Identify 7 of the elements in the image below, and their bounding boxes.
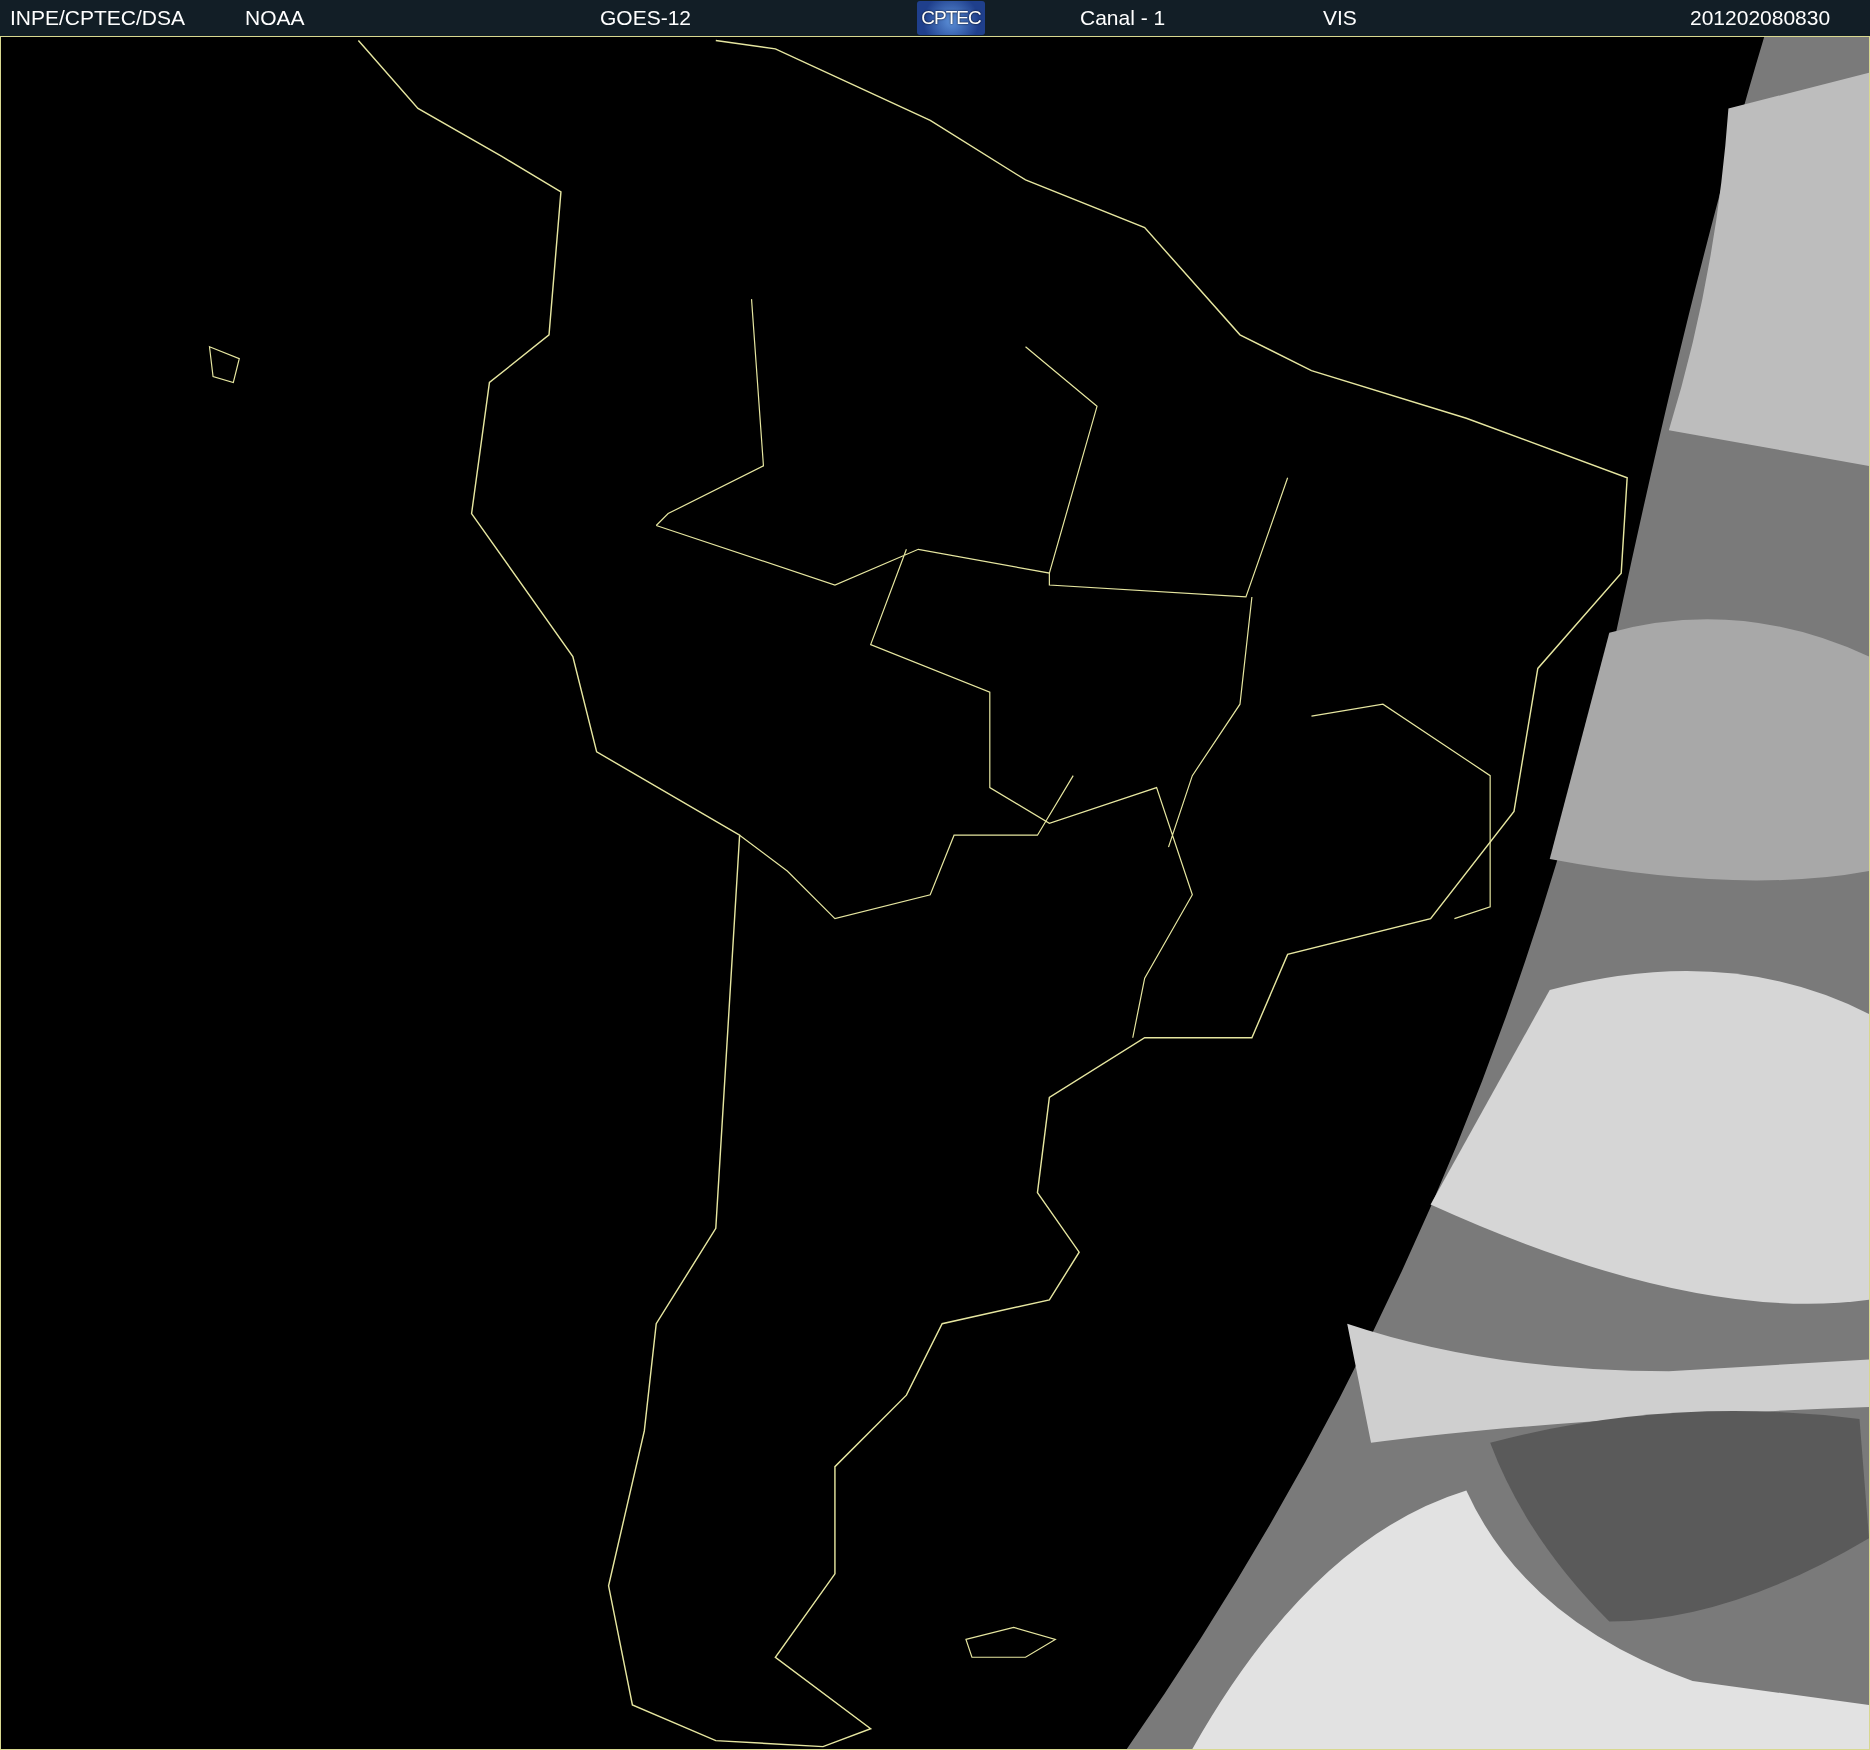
header-label: NOAA [245,6,305,30]
logo: CPTEC [917,1,985,35]
header-label: GOES-12 [600,6,692,30]
header-label: INPE/CPTEC/DSA [10,6,186,30]
header-label: VIS [1323,6,1357,30]
header-label: 201202080830 [1690,6,1831,30]
header-label: Canal - 1 [1080,6,1166,30]
